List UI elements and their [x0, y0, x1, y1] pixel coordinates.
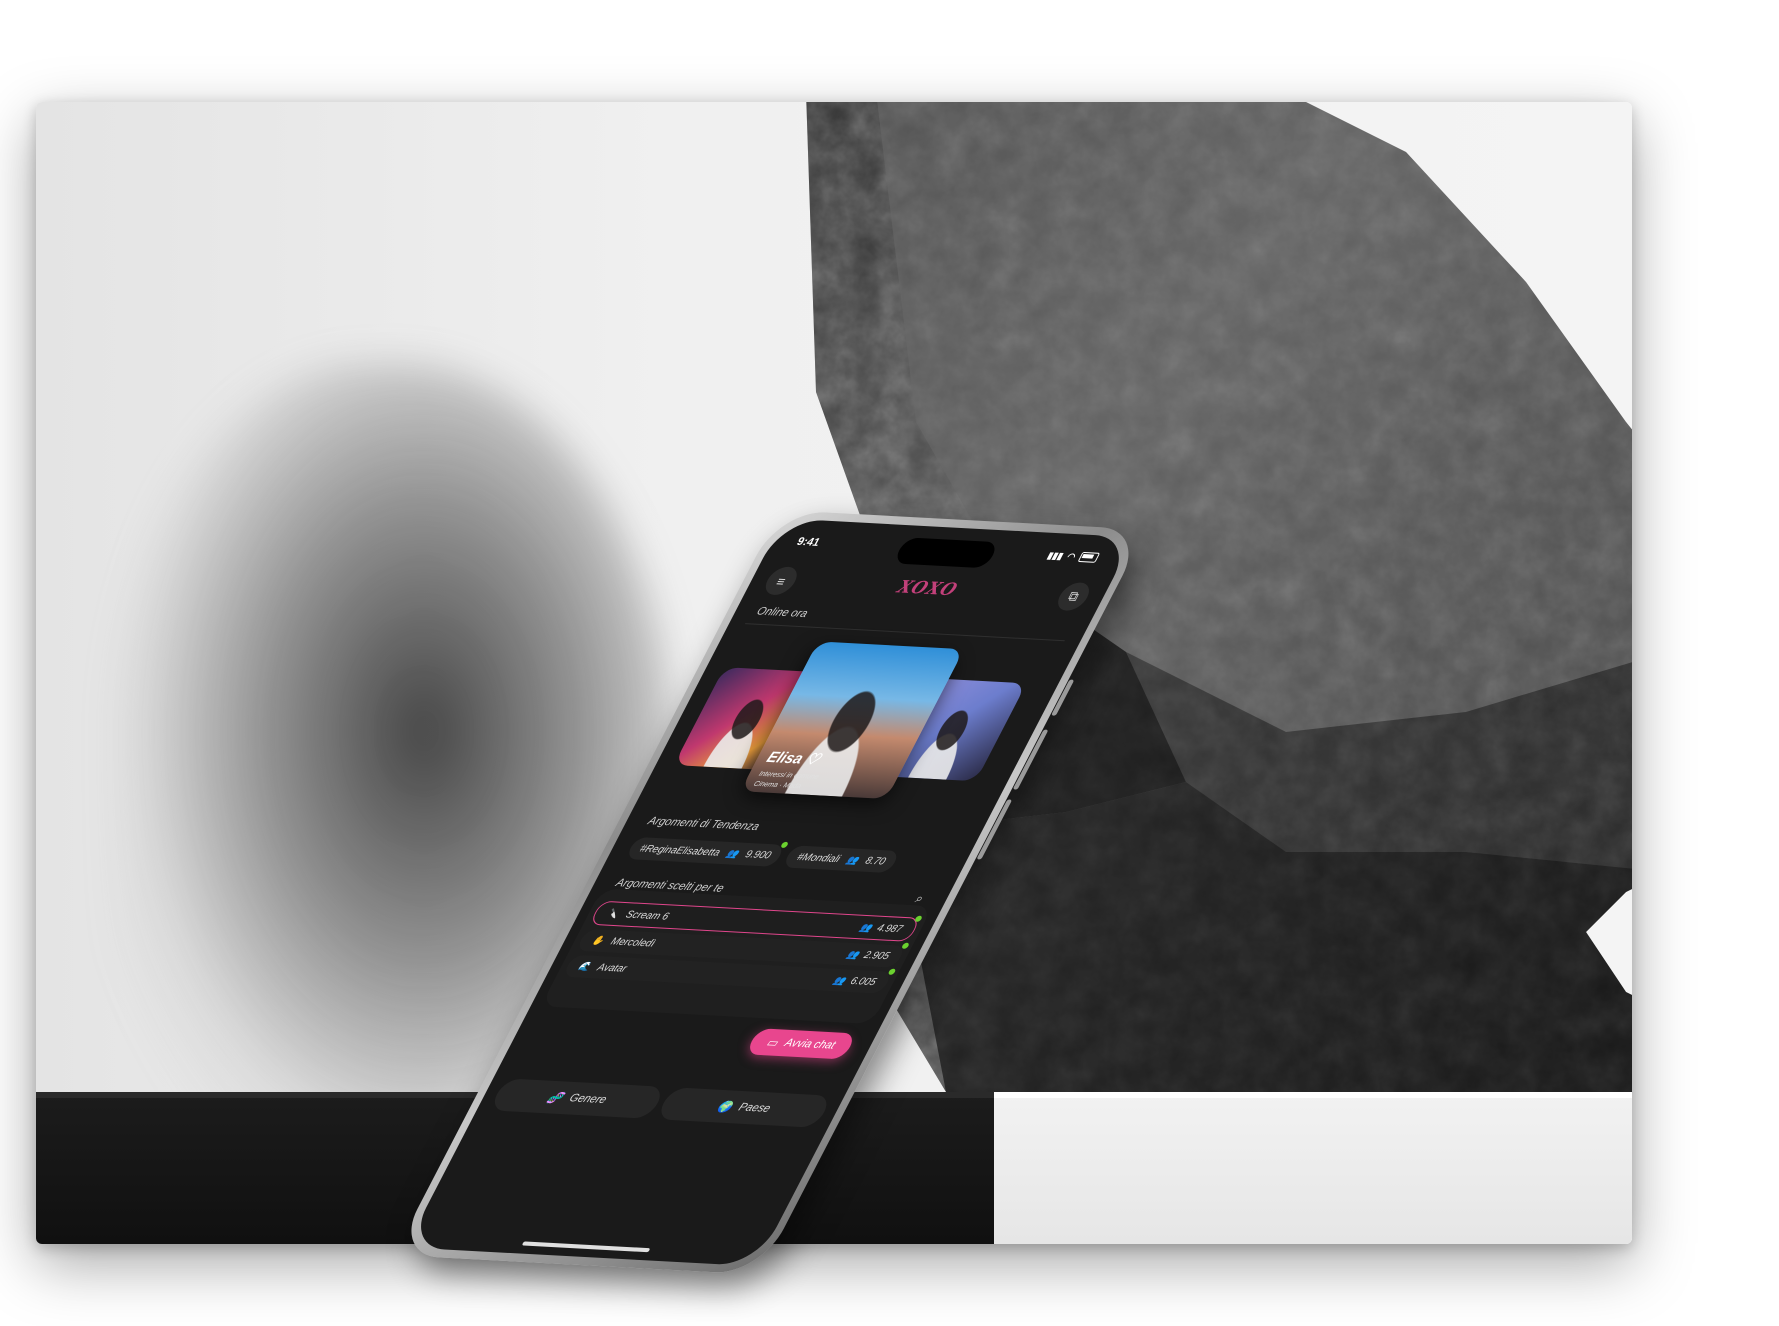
- gender-icon: 🧬: [545, 1091, 566, 1105]
- trending-chip[interactable]: #Mondiali 👥 8.70: [782, 845, 901, 874]
- topic-label: Mercoledì: [608, 935, 658, 950]
- new-chat-icon[interactable]: ⧉: [1052, 581, 1095, 612]
- filter-tabs: 🧬 Genere 🌍 Paese: [488, 1078, 833, 1128]
- chip-count: 8.70: [863, 855, 888, 868]
- users-icon: 👥: [858, 921, 875, 933]
- topic-count: 6.005: [848, 975, 879, 988]
- topic-emoji: 🌊: [577, 960, 594, 972]
- topic-emoji: 🔪: [605, 907, 622, 919]
- start-chat-label: Avvia chat: [782, 1037, 838, 1052]
- status-time: 9:41: [794, 535, 823, 549]
- tab-genere[interactable]: 🧬 Genere: [488, 1078, 667, 1119]
- globe-icon: 🌍: [714, 1100, 735, 1114]
- profile-tags: Cinema · Moda: [752, 780, 803, 791]
- search-icon[interactable]: ⌕: [912, 891, 927, 906]
- tab-label: Paese: [736, 1101, 773, 1115]
- topic-label: Scream 6: [623, 908, 672, 923]
- battery-icon: [1077, 551, 1101, 563]
- tab-label: Genere: [566, 1092, 609, 1107]
- app-logo: XOXO: [893, 577, 962, 601]
- wifi-icon: ◠: [1065, 550, 1079, 562]
- topic-count: 4.987: [874, 922, 905, 935]
- users-icon: 👥: [832, 974, 849, 986]
- home-indicator[interactable]: [521, 1241, 651, 1253]
- online-label: Online ora: [754, 605, 810, 621]
- profile-photo: [769, 687, 912, 798]
- topic-emoji: ✋: [590, 934, 607, 946]
- video-icon: ▭: [764, 1036, 781, 1050]
- users-icon: 👥: [845, 948, 862, 960]
- topic-count: 2.905: [861, 949, 892, 962]
- chip-label: #Mondiali: [794, 851, 843, 865]
- profile-name: Elisa ♡: [763, 748, 824, 769]
- online-dot: [780, 841, 790, 849]
- online-carousel[interactable]: Elisa ♡ Interessi in comune Cinema · Mod…: [657, 637, 1052, 814]
- header-divider: [744, 623, 1065, 642]
- users-icon: 👥: [725, 847, 742, 859]
- users-icon: 👥: [844, 854, 862, 865]
- start-chat-button[interactable]: ▭ Avvia chat: [745, 1028, 857, 1060]
- topics-list: 🔪 Scream 6 👥 4.987 ✋ Mercoledì 👥 2.905 🌊…: [560, 900, 923, 998]
- chip-count: 9.900: [743, 848, 774, 861]
- trending-chip[interactable]: #ReginaElisabetta 👥 9.900: [625, 836, 790, 867]
- signal-icon: ▮▮▮: [1045, 549, 1066, 561]
- hamburger-icon[interactable]: ≡: [760, 566, 803, 596]
- status-icons: ▮▮▮ ◠: [1045, 549, 1101, 564]
- trending-chips: #ReginaElisabetta 👥 9.900 #Mondiali 👥 8.…: [625, 836, 901, 874]
- tab-paese[interactable]: 🌍 Paese: [655, 1087, 833, 1128]
- topic-label: Avatar: [595, 961, 629, 975]
- pedestal-light: [994, 1092, 1632, 1244]
- trending-label: Argomenti di Tendenza: [645, 815, 762, 834]
- chip-label: #ReginaElisabetta: [637, 842, 723, 859]
- app-header: ≡ XOXO ⧉: [760, 565, 1095, 612]
